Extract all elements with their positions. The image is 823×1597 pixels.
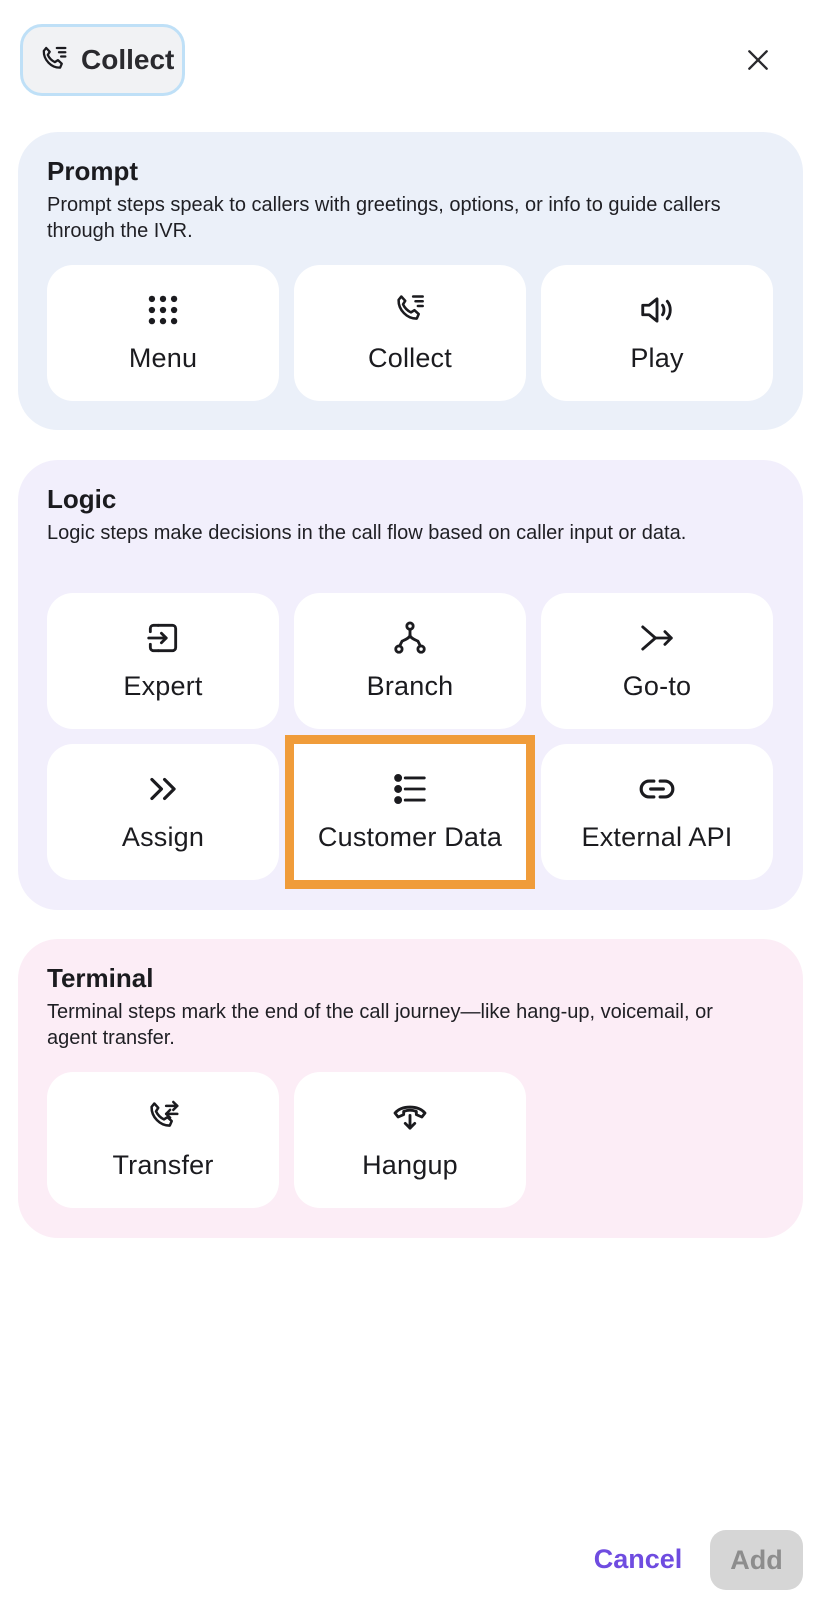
tile-label: Branch <box>366 671 454 701</box>
tile-external-api[interactable]: External API <box>541 744 773 880</box>
tile-expert[interactable]: Expert <box>47 593 279 729</box>
tile-assign[interactable]: Assign <box>47 744 279 880</box>
tile-label: Assign <box>121 822 205 852</box>
selected-step-chip[interactable]: Collect <box>20 24 185 96</box>
tile-hangup[interactable]: Hangup <box>294 1072 526 1208</box>
section-description: Logic steps make decisions in the call f… <box>47 522 687 544</box>
section-title: Prompt <box>47 156 138 186</box>
phone-list-icon <box>42 46 67 69</box>
tile-menu[interactable]: Menu <box>47 265 279 401</box>
cancel-button[interactable]: Cancel <box>588 1530 688 1588</box>
tile-label: Play <box>630 343 684 373</box>
keypad-icon <box>148 295 178 325</box>
section-description: Prompt steps speak to callers with greet… <box>47 194 721 242</box>
add-button[interactable]: Add <box>710 1530 803 1590</box>
tile-play[interactable]: Play <box>541 265 773 401</box>
tile-transfer[interactable]: Transfer <box>47 1072 279 1208</box>
phone-list-icon <box>397 295 424 320</box>
dialog-footer: Cancel Add <box>0 1530 823 1590</box>
tile-label: Menu <box>128 343 198 373</box>
terminal-tiles: Transfer Hangup <box>47 1072 773 1208</box>
close-icon <box>748 50 768 70</box>
tile-branch[interactable]: Branch <box>294 593 526 729</box>
tile-customer-data[interactable]: Customer Data <box>285 735 535 889</box>
hangup-icon <box>393 1105 427 1130</box>
tile-label: Customer Data <box>317 822 503 852</box>
enter-box-icon <box>147 623 178 653</box>
section-title: Logic <box>47 484 117 514</box>
tile-collect[interactable]: Collect <box>294 265 526 401</box>
tile-label: Transfer <box>112 1150 214 1180</box>
logic-tiles: Expert Branch Go-to Assign Customer Data… <box>47 593 773 889</box>
section-description: Terminal steps mark the end of the call … <box>47 1001 713 1049</box>
close-button[interactable] <box>740 42 776 78</box>
tile-label: Collect <box>368 343 452 373</box>
bullet-list-icon <box>394 773 426 805</box>
tile-label: Hangup <box>362 1150 458 1180</box>
prompt-tiles: Menu Collect Play <box>47 265 773 401</box>
link-icon <box>639 779 675 799</box>
tile-label: Go-to <box>622 671 692 701</box>
branch-icon <box>394 621 426 654</box>
section-title: Terminal <box>47 963 154 993</box>
tile-go-to[interactable]: Go-to <box>541 593 773 729</box>
tile-label: Expert <box>123 671 203 701</box>
double-chevron-right-icon <box>150 777 176 801</box>
speaker-icon <box>641 297 672 323</box>
selected-step-label: Collect <box>81 44 175 75</box>
tile-label: External API <box>581 822 733 852</box>
logic-section: Logic Logic steps make decisions in the … <box>18 460 803 910</box>
terminal-section: Terminal Terminal steps mark the end of … <box>18 939 803 1238</box>
phone-transfer-icon <box>150 1100 179 1127</box>
merge-arrow-icon <box>641 625 673 651</box>
prompt-section: Prompt Prompt steps speak to callers wit… <box>18 132 803 430</box>
